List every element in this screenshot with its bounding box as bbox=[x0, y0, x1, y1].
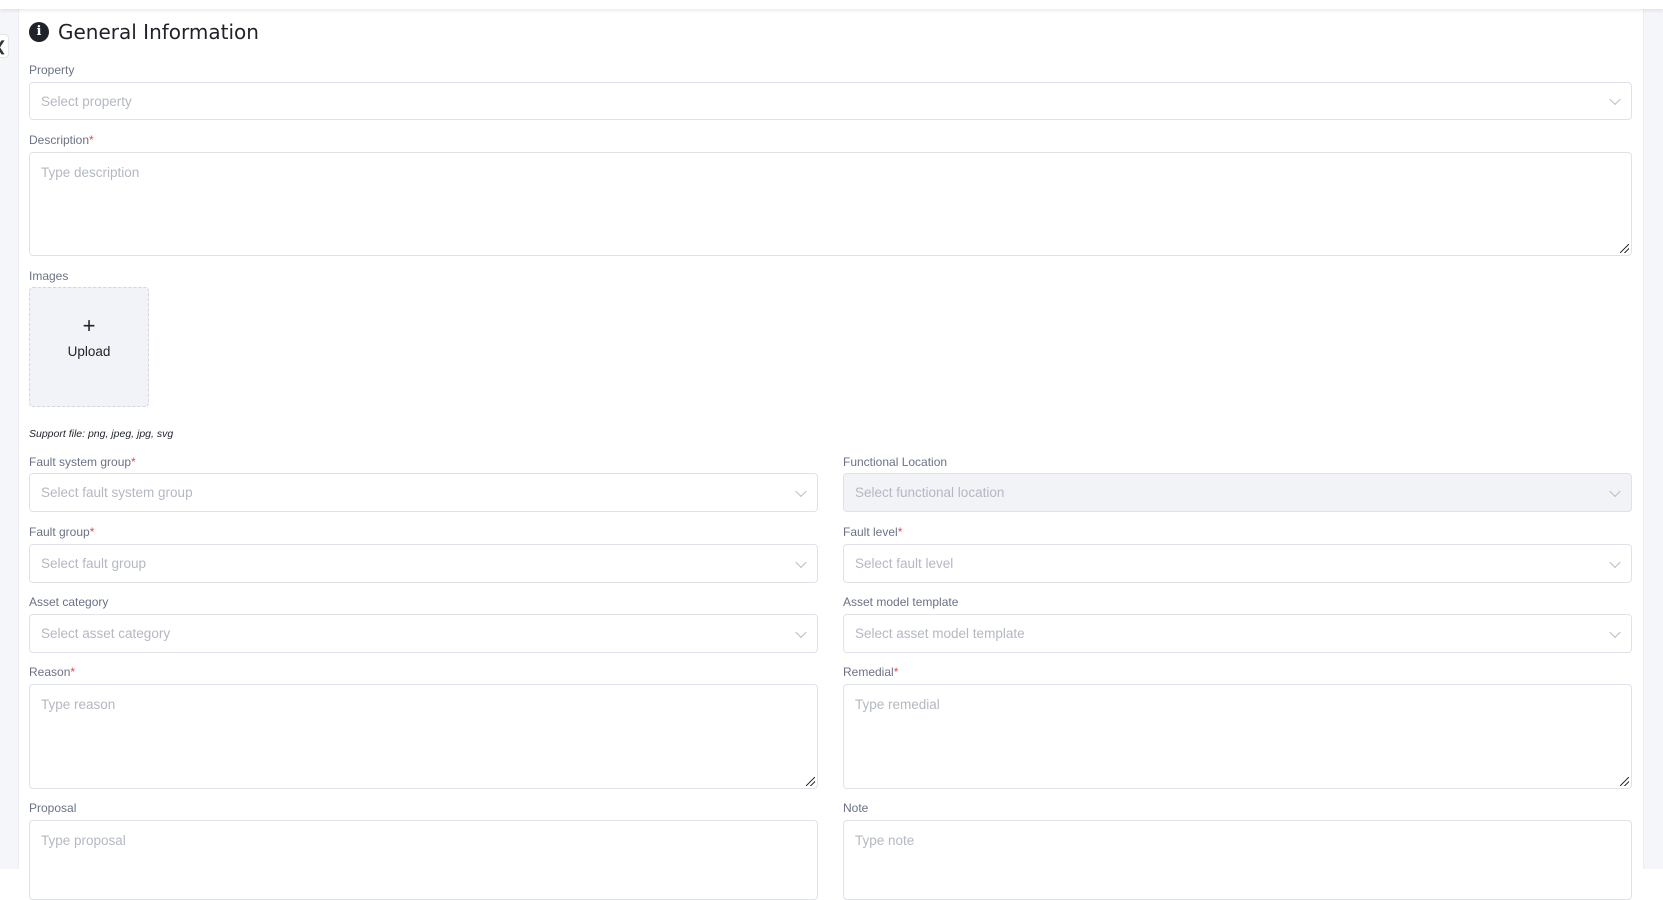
images-label: Images bbox=[29, 269, 69, 283]
functional-location-label: Functional Location bbox=[843, 455, 948, 469]
support-file-hint: Support file: png, jpeg, jpg, svg bbox=[29, 428, 174, 440]
chevron-down-icon bbox=[1609, 626, 1621, 638]
upload-label: Upload bbox=[67, 344, 111, 359]
fault-group-select[interactable]: Select fault group bbox=[29, 544, 818, 583]
resize-handle-icon[interactable] bbox=[1620, 777, 1629, 786]
reason-textarea[interactable]: Type reason bbox=[29, 684, 818, 789]
resize-handle-icon[interactable] bbox=[1620, 244, 1629, 253]
collapse-sidebar-button[interactable]: ❮ bbox=[0, 34, 9, 58]
fault-level-select[interactable]: Select fault level bbox=[843, 544, 1632, 583]
section-title: General Information bbox=[58, 20, 259, 44]
resize-handle-icon[interactable] bbox=[806, 777, 815, 786]
asset-model-template-select[interactable]: Select asset model template bbox=[843, 614, 1632, 653]
section-header: i General Information bbox=[29, 20, 259, 44]
right-strip bbox=[1643, 0, 1663, 869]
chevron-down-icon bbox=[795, 626, 807, 638]
description-textarea[interactable]: Type description bbox=[29, 152, 1632, 256]
plus-icon: + bbox=[82, 313, 96, 338]
note-label: Note bbox=[843, 801, 869, 815]
upload-button[interactable]: + Upload bbox=[29, 287, 149, 407]
left-sidebar-strip bbox=[0, 0, 19, 869]
fault-level-label: Fault level* bbox=[843, 525, 903, 539]
fault-system-group-label: Fault system group* bbox=[29, 455, 136, 469]
note-textarea[interactable]: Type note bbox=[843, 820, 1632, 900]
chevron-down-icon bbox=[795, 485, 807, 497]
remedial-textarea[interactable]: Type remedial bbox=[843, 684, 1632, 789]
top-bar bbox=[0, 0, 1663, 9]
asset-category-label: Asset category bbox=[29, 595, 109, 609]
info-icon: i bbox=[29, 22, 49, 42]
chevron-down-icon bbox=[1609, 93, 1621, 106]
fault-group-label: Fault group* bbox=[29, 525, 95, 539]
chevron-down-icon bbox=[1609, 556, 1621, 568]
reason-label: Reason* bbox=[29, 665, 76, 679]
functional-location-select[interactable]: Select functional location bbox=[843, 473, 1632, 512]
proposal-label: Proposal bbox=[29, 801, 77, 815]
proposal-textarea[interactable]: Type proposal bbox=[29, 820, 818, 900]
remedial-label: Remedial* bbox=[843, 665, 899, 679]
property-label: Property bbox=[29, 63, 75, 77]
asset-category-select[interactable]: Select asset category bbox=[29, 614, 818, 653]
chevron-down-icon bbox=[795, 556, 807, 568]
asset-model-template-label: Asset model template bbox=[843, 595, 959, 609]
chevron-down-icon bbox=[1609, 485, 1621, 497]
description-label: Description* bbox=[29, 133, 94, 147]
property-select[interactable]: Select property bbox=[29, 82, 1632, 120]
fault-system-group-select[interactable]: Select fault system group bbox=[29, 473, 818, 512]
